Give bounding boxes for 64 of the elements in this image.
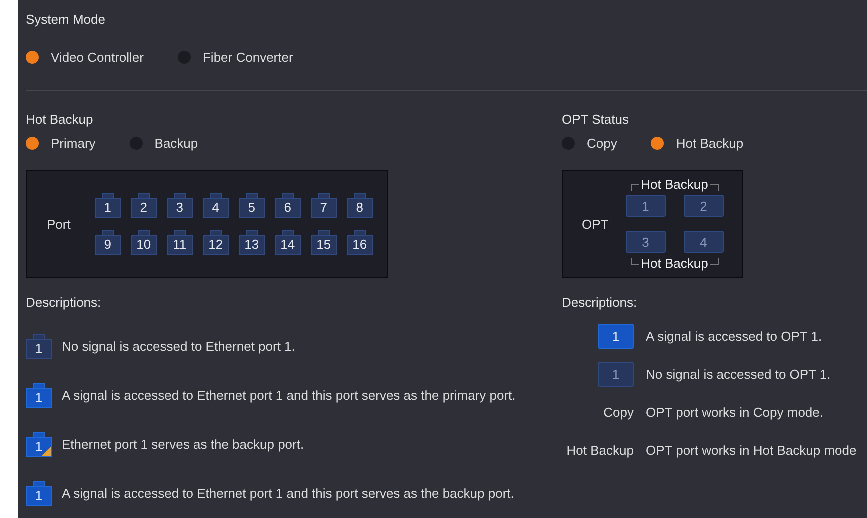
opt-label: OPT <box>582 216 609 232</box>
description-text: OPT port works in Copy mode. <box>646 405 824 420</box>
mode-label: Hot Backup <box>566 443 634 458</box>
opt-port: 3 <box>626 231 666 253</box>
radio-label[interactable]: Backup <box>154 136 198 151</box>
section-title: Hot Backup <box>26 112 94 127</box>
bracket-label: Hot Backup <box>640 256 710 271</box>
descriptions-title: Descriptions: <box>26 295 102 310</box>
radio-option[interactable]: Copy <box>562 136 618 151</box>
radio-option[interactable]: Backup <box>130 136 198 151</box>
port-indicator: 15 <box>310 230 337 255</box>
radio-label[interactable]: Copy <box>587 136 618 151</box>
radio-icon[interactable] <box>651 137 664 150</box>
bracket-line <box>630 184 640 191</box>
opt-port: 1 <box>598 324 634 349</box>
port-indicator: 1 <box>26 481 52 506</box>
radio-label[interactable]: Fiber Converter <box>202 50 294 65</box>
section-title: OPT Status <box>562 112 630 127</box>
port-indicator: 8 <box>346 193 373 218</box>
port-indicator: 1 <box>26 383 52 408</box>
port-indicator: 16 <box>346 230 373 255</box>
radio-option[interactable]: Hot Backup <box>651 136 744 151</box>
port-indicator: 3 <box>166 193 193 218</box>
descriptions-title: Descriptions: <box>562 295 638 310</box>
port-indicator: 14 <box>274 230 301 255</box>
radio-option[interactable]: Fiber Converter <box>178 50 294 65</box>
port-indicator: 11 <box>166 230 193 255</box>
radio-label[interactable]: Hot Backup <box>676 136 744 151</box>
opt-port: 2 <box>684 195 724 217</box>
port-indicator: 6 <box>274 193 301 218</box>
opt-port: 4 <box>684 231 724 253</box>
radio-icon[interactable] <box>26 51 39 64</box>
port-indicator: 1 <box>26 334 52 359</box>
port-indicator: 13 <box>238 230 265 255</box>
bracket-line <box>710 184 719 191</box>
description-text: OPT port works in Hot Backup mode <box>646 443 857 458</box>
description-text: A signal is accessed to Ethernet port 1 and this port serves as the backup port. <box>62 486 514 501</box>
port-indicator: 4 <box>202 193 229 218</box>
port-indicator: 10 <box>130 230 157 255</box>
section-title: System Mode <box>26 12 106 27</box>
port-indicator: 5 <box>238 193 265 218</box>
opt-port: 1 <box>626 195 666 217</box>
radio-label[interactable]: Primary <box>51 136 96 151</box>
description-text: Ethernet port 1 serves as the backup port. <box>62 437 304 452</box>
radio-icon[interactable] <box>26 137 39 150</box>
port-indicator: 12 <box>202 230 229 255</box>
bracket-line <box>630 258 640 265</box>
bracket-label: Hot Backup <box>640 177 710 192</box>
opt-port: 1 <box>598 362 634 387</box>
radio-label[interactable]: Video Controller <box>51 50 144 65</box>
description-text: No signal is accessed to OPT 1. <box>646 367 831 382</box>
radio-option[interactable]: Primary <box>26 136 96 151</box>
radio-option[interactable]: Video Controller <box>26 50 144 65</box>
bracket-line <box>710 258 719 265</box>
description-text: No signal is accessed to Ethernet port 1. <box>62 339 296 354</box>
port-label: Port <box>47 216 71 232</box>
port-indicator: 7 <box>310 193 337 218</box>
description-text: A signal is accessed to Ethernet port 1 and this port serves as the primary port. <box>62 388 516 403</box>
port-indicator: 2 <box>130 193 157 218</box>
description-text: A signal is accessed to OPT 1. <box>646 329 822 344</box>
port-indicator: 9 <box>94 230 121 255</box>
port-indicator: 1 <box>94 193 121 218</box>
mode-label: Copy <box>604 405 634 420</box>
port-indicator: 1 <box>26 432 52 457</box>
